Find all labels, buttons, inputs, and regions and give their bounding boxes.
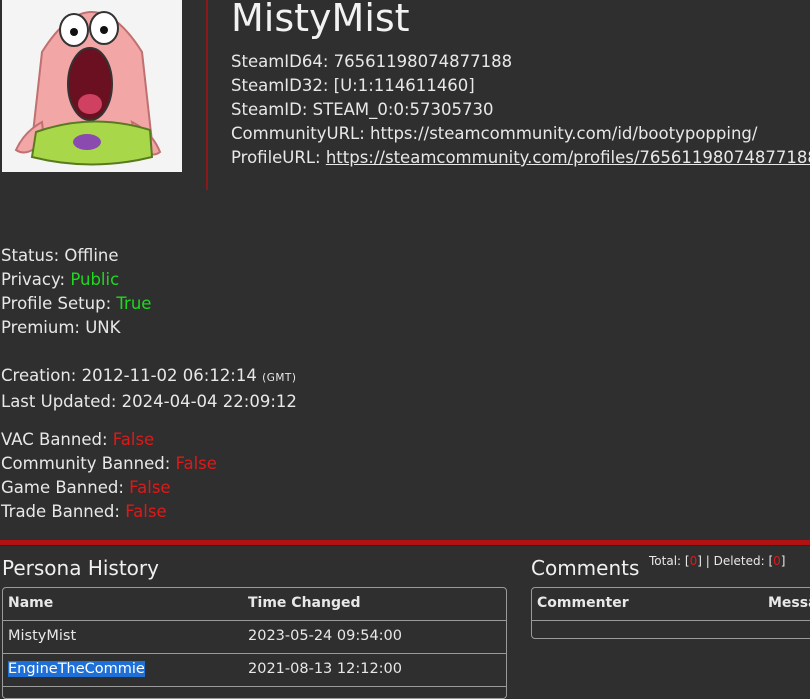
profile-name: MistyMist <box>231 0 410 40</box>
comments-header: Commenter Messa <box>532 588 810 621</box>
vac-ban-value: False <box>112 430 155 449</box>
premium-row: Premium: UNK <box>1 316 151 340</box>
comments-deleted-label: ] | Deleted: [ <box>697 554 774 568</box>
column-name: Name <box>8 595 54 611</box>
premium-value: UNK <box>85 318 121 337</box>
comments-table: Commenter Messa <box>531 587 810 639</box>
privacy-row: Privacy: Public <box>1 268 151 292</box>
table-row: EngineTheCommie 2021-08-13 12:12:00 <box>3 654 506 687</box>
game-ban-row: Game Banned: False <box>1 476 217 500</box>
status-row: Status: Offline <box>1 244 151 268</box>
steamid64: SteamID64: 76561198074877188 <box>231 52 513 71</box>
vac-ban-label: VAC Banned: <box>1 430 113 449</box>
last-updated-value: 2024-04-04 22:09:12 <box>121 392 297 411</box>
creation-timezone: (GMT) <box>262 372 297 384</box>
trade-ban-row: Trade Banned: False <box>1 500 217 524</box>
creation-value: 2012-11-02 06:12:14 <box>81 366 257 385</box>
privacy-label: Privacy: <box>1 270 71 289</box>
dates-block: Creation: 2012-11-02 06:12:14 (GMT) Last… <box>1 364 297 414</box>
comments-title: Comments <box>531 556 640 580</box>
community-ban-value: False <box>175 454 217 473</box>
privacy-value: Public <box>70 270 120 289</box>
game-ban-value: False <box>129 478 171 497</box>
steamid: SteamID: STEAM_0:0:57305730 <box>231 100 494 119</box>
vac-ban-row: VAC Banned: False <box>1 428 217 452</box>
community-url-row: CommunityURL: https://steamcommunity.com… <box>231 122 810 146</box>
comments-deleted-value: 0 <box>773 554 781 568</box>
profile-avatar <box>2 0 182 172</box>
community-ban-row: Community Banned: False <box>1 452 217 476</box>
premium-label: Premium: <box>1 318 86 337</box>
profile-setup-label: Profile Setup: <box>1 294 117 313</box>
creation-label: Creation: <box>1 366 82 385</box>
community-ban-label: Community Banned: <box>1 454 176 473</box>
profile-url-link[interactable]: https://steamcommunity.com/profiles/7656… <box>326 148 810 167</box>
persona-time: 2021-08-13 12:12:00 <box>248 661 402 677</box>
column-commenter: Commenter <box>537 595 629 611</box>
community-url-label: CommunityURL: <box>231 124 371 143</box>
persona-history-header: Name Time Changed <box>3 588 506 621</box>
persona-time: 2023-05-24 09:54:00 <box>248 628 402 644</box>
persona-history-title: Persona History <box>2 556 159 580</box>
column-time-changed: Time Changed <box>248 595 361 611</box>
creation-row: Creation: 2012-11-02 06:12:14 (GMT) <box>1 364 297 390</box>
avatar-image <box>2 0 182 172</box>
header-divider <box>206 0 208 190</box>
comments-totals: Total: [0] | Deleted: [0] <box>649 554 785 568</box>
steamid32: SteamID32: [U:1:114611460] <box>231 76 475 95</box>
persona-name[interactable]: EngineTheCommie <box>8 661 145 677</box>
profile-url-label: ProfileURL: <box>231 148 326 167</box>
game-ban-label: Game Banned: <box>1 478 130 497</box>
status-label: Status: <box>1 246 65 265</box>
community-url-value: https://steamcommunity.com/id/bootypoppi… <box>370 124 758 143</box>
last-updated-row: Last Updated: 2024-04-04 22:09:12 <box>1 390 297 414</box>
status-value: Offline <box>64 246 119 265</box>
profile-url-row: ProfileURL: https://steamcommunity.com/p… <box>231 146 810 170</box>
trade-ban-value: False <box>125 502 167 521</box>
persona-history-table: Name Time Changed MistyMist 2023-05-24 0… <box>2 587 507 699</box>
column-message: Messa <box>768 595 810 611</box>
last-updated-label: Last Updated: <box>1 392 122 411</box>
trade-ban-label: Trade Banned: <box>1 502 126 521</box>
persona-name: MistyMist <box>8 628 77 644</box>
profile-setup-row: Profile Setup: True <box>1 292 151 316</box>
steam-ids-block: SteamID64: 76561198074877188 SteamID32: … <box>231 50 810 170</box>
comments-total-label: Total: [ <box>649 554 690 568</box>
table-row: MistyMist 2023-05-24 09:54:00 <box>3 621 506 654</box>
bans-block: VAC Banned: False Community Banned: Fals… <box>1 428 217 524</box>
section-divider <box>0 540 810 546</box>
profile-setup-value: True <box>116 294 152 313</box>
status-block: Status: Offline Privacy: Public Profile … <box>1 244 151 340</box>
comments-close-bracket: ] <box>780 554 786 568</box>
